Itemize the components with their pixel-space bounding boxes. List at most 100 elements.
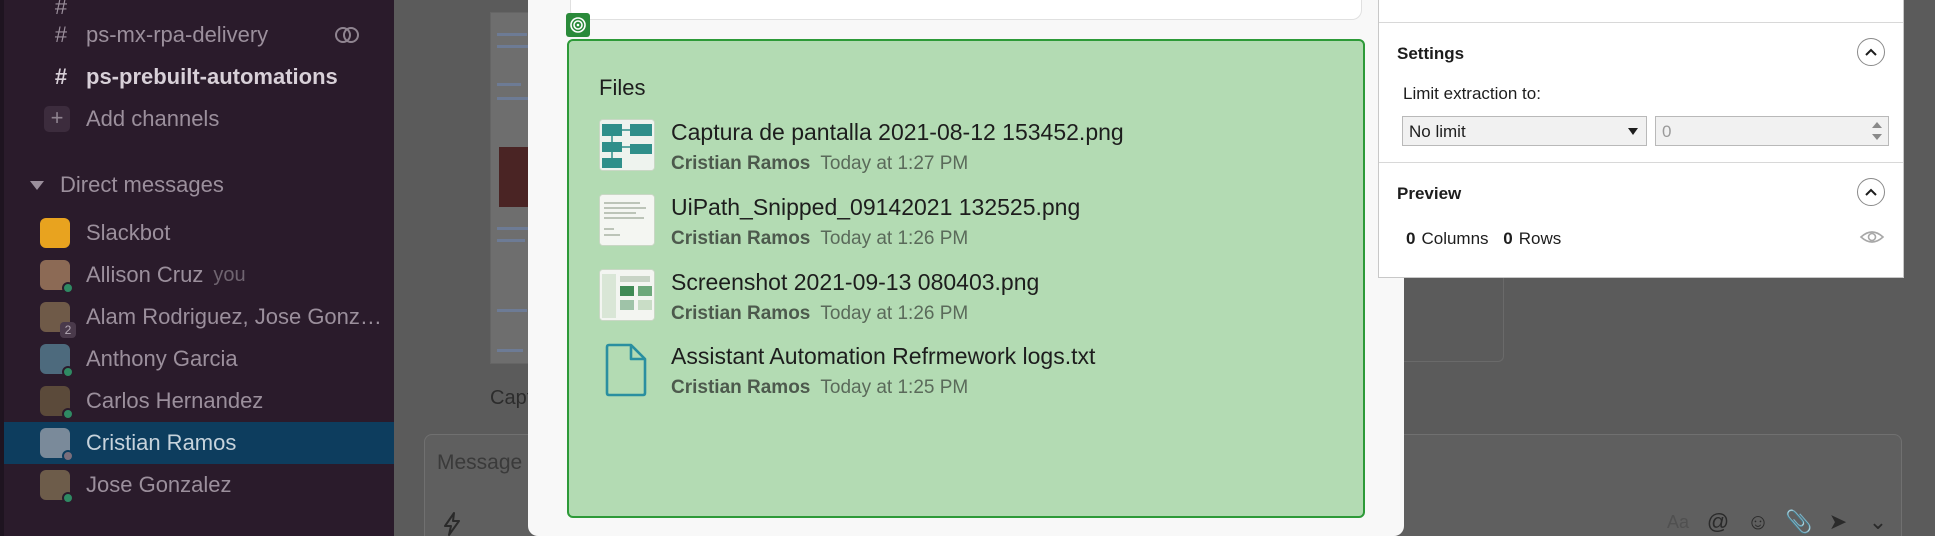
file-thumbnail (599, 194, 655, 246)
dm-item[interactable]: Cristian Ramos (4, 422, 394, 464)
files-panel: Files Captura de pantalla 2021-08-12 153… (567, 39, 1365, 518)
divider (1379, 162, 1903, 163)
channel-name: ps-prebuilt-automations (86, 64, 338, 89)
dm-item[interactable]: Allison Cruz you (4, 254, 394, 296)
message-caption: Capt (490, 387, 533, 409)
avatar (40, 260, 74, 294)
files-modal: Files Captura de pantalla 2021-08-12 153… (528, 0, 1404, 536)
file-name: Screenshot 2021-09-13 080403.png (671, 269, 1040, 295)
presence-indicator (62, 282, 74, 294)
preview-line (497, 239, 525, 242)
mention-icon[interactable]: @ (1705, 509, 1731, 535)
preview-title: Preview (1397, 184, 1462, 203)
file-author: Cristian Ramos (671, 377, 811, 398)
file-name: Captura de pantalla 2021-08-12 153452.pn… (671, 119, 1124, 145)
dm-item[interactable]: Anthony Garcia (4, 338, 394, 380)
hash-icon: # (54, 64, 68, 89)
file-timestamp: Today at 1:27 PM (820, 153, 969, 174)
file-item[interactable]: Assistant Automation Refrmework logs.txt… (599, 339, 1339, 403)
dm-name: Carlos Hernandez (86, 388, 264, 413)
attach-icon[interactable]: 📎 (1785, 509, 1812, 535)
chevron-down-icon (1628, 128, 1638, 135)
file-author: Cristian Ramos (671, 303, 811, 324)
presence-indicator (62, 408, 74, 420)
caret-down-icon (30, 180, 44, 190)
file-timestamp: Today at 1:26 PM (820, 303, 969, 324)
dm-item[interactable]: Jose Gonzalez (4, 464, 394, 506)
file-name: UiPath_Snipped_09142021 132525.png (671, 194, 1081, 220)
preview-line (497, 349, 523, 352)
eye-icon[interactable] (1859, 228, 1885, 246)
preview-line (497, 227, 531, 230)
chevron-up-icon (1865, 188, 1877, 196)
settings-collapse-button[interactable] (1857, 38, 1885, 66)
send-options-icon[interactable]: ⌄ (1865, 509, 1891, 535)
dm-name: Cristian Ramos (86, 430, 237, 455)
add-channels-button[interactable]: + Add channels (4, 98, 394, 140)
avatar (40, 344, 74, 378)
file-item[interactable]: UiPath_Snipped_09142021 132525.png Cristi… (599, 190, 1339, 254)
preview-line (497, 309, 527, 312)
hash-icon: # (54, 22, 68, 47)
settings-title: Settings (1397, 44, 1465, 63)
rows-label: Rows (1518, 229, 1562, 248)
shared-channel-icon (335, 27, 359, 43)
composer-placeholder: Message (437, 451, 523, 474)
send-icon[interactable]: ➤ (1825, 509, 1851, 535)
file-item[interactable]: Screenshot 2021-09-13 080403.png Cristian… (599, 265, 1339, 329)
composer-toolbar: Aa @ ☺ 📎 ➤ ⌄ (1665, 509, 1891, 535)
document-icon (601, 341, 651, 399)
file-thumbnail (599, 269, 655, 321)
avatar (40, 428, 74, 462)
file-timestamp: Today at 1:25 PM (820, 377, 969, 398)
properties-panel: Settings Limit extraction to: No limit 0… (1378, 0, 1904, 278)
add-channels-label: Add channels (86, 106, 220, 131)
dm-name: Slackbot (86, 220, 171, 245)
direct-messages-header[interactable]: Direct messages (4, 164, 224, 206)
presence-indicator (62, 366, 74, 378)
dm-item[interactable]: 2 Alam Rodriguez, Jose Gonz… (4, 296, 394, 338)
direct-messages-label: Direct messages (60, 172, 224, 197)
avatar (40, 386, 74, 420)
limit-number-stepper[interactable]: 0 (1655, 116, 1889, 146)
file-meta: Cristian Ramos Today at 1:25 PM (671, 377, 968, 399)
avatar: 2 (40, 302, 76, 338)
preview-stats: 0 Columns 0 Rows (1406, 229, 1561, 249)
avatar (40, 470, 74, 504)
sidebar: # # ps-mx-rpa-delivery # ps-prebuilt-aut… (0, 0, 394, 536)
columns-count: 0 (1406, 229, 1416, 248)
emoji-icon[interactable]: ☺ (1745, 509, 1771, 535)
preview-line (497, 33, 527, 36)
lightning-icon[interactable] (439, 511, 465, 536)
preview-collapse-button[interactable] (1857, 178, 1885, 206)
dm-name: Allison Cruz (86, 262, 204, 287)
file-timestamp: Today at 1:26 PM (820, 228, 969, 249)
formatting-icon[interactable]: Aa (1665, 512, 1691, 533)
file-author: Cristian Ramos (671, 153, 811, 174)
you-label: you (213, 263, 246, 286)
dm-item[interactable]: Carlos Hernandez (4, 380, 394, 422)
stepper-down-icon[interactable] (1872, 134, 1882, 140)
columns-label: Columns (1421, 229, 1489, 248)
dm-name: Anthony Garcia (86, 346, 238, 371)
limit-extraction-select[interactable]: No limit (1402, 116, 1647, 146)
stepper-up-icon[interactable] (1872, 122, 1882, 128)
channel-item-ps-prebuilt-automations[interactable]: # ps-prebuilt-automations (4, 56, 394, 98)
file-meta: Cristian Ramos Today at 1:26 PM (671, 228, 968, 250)
preview-line (497, 97, 529, 100)
target-icon (566, 13, 590, 37)
file-meta: Cristian Ramos Today at 1:26 PM (671, 303, 968, 325)
presence-indicator (62, 492, 74, 504)
modal-top-card (570, 0, 1362, 20)
divider (1379, 22, 1903, 23)
member-count-badge: 2 (60, 322, 76, 338)
avatar (40, 218, 70, 248)
limit-extraction-value: No limit (1409, 122, 1466, 141)
dm-item[interactable]: Slackbot (4, 212, 394, 254)
chevron-up-icon (1865, 48, 1877, 56)
limit-extraction-label: Limit extraction to: (1403, 84, 1541, 103)
dm-name: Jose Gonzalez (86, 472, 232, 497)
channel-item-ps-mx-rpa-delivery[interactable]: # ps-mx-rpa-delivery (4, 14, 394, 56)
file-item[interactable]: Captura de pantalla 2021-08-12 153452.pn… (599, 115, 1339, 179)
presence-indicator (62, 450, 74, 462)
